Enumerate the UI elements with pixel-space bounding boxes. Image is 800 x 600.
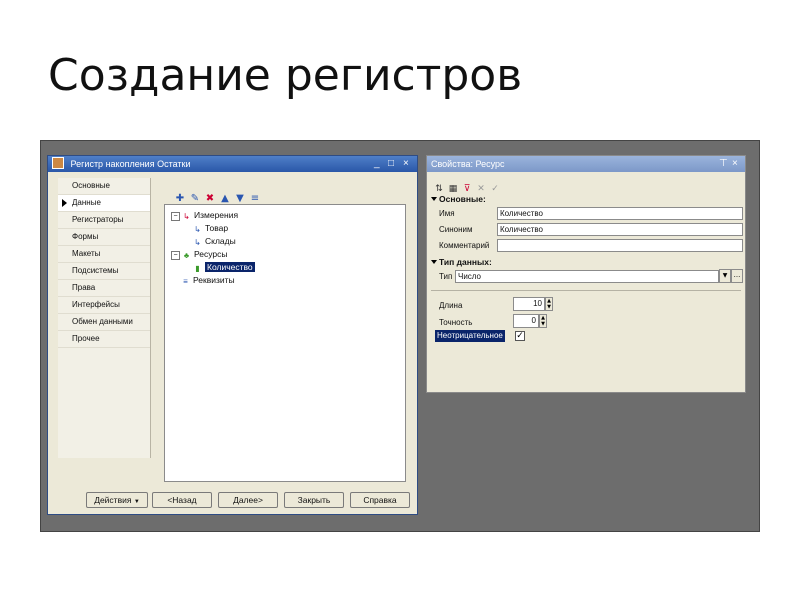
nonnegative-label: Неотрицательное — [435, 330, 505, 342]
tree-node-quantity[interactable]: ▮ Количество — [193, 261, 255, 273]
minimize-button[interactable]: _ — [374, 156, 380, 172]
nav-item-other[interactable]: Прочее — [58, 331, 150, 348]
properties-window-titlebar[interactable]: Свойства: Ресурс ⊤ × — [427, 156, 745, 172]
nav-item-interfaces[interactable]: Интерфейсы — [58, 297, 150, 314]
section-main[interactable]: Основные: — [431, 194, 486, 204]
next-button[interactable]: Далее> — [218, 492, 278, 508]
selected-node-label: Количество — [205, 262, 255, 272]
screenshot-area: Регистр накопления Остатки _ □ × Основны… — [40, 140, 760, 532]
nav-item-rights[interactable]: Права — [58, 280, 150, 297]
measurements-icon: ↳ — [183, 212, 190, 221]
dropdown-arrow-icon: ▼ — [133, 499, 140, 505]
nav-item-main[interactable]: Основные — [58, 178, 150, 195]
collapse-icon[interactable]: − — [171, 212, 180, 221]
resource-icon: ▮ — [195, 264, 200, 273]
requisites-icon: ≡ — [183, 277, 188, 286]
properties-toolbar: ⇅ ▦ ⊽ ✕ ✓ — [433, 176, 503, 194]
expand-triangle-icon — [431, 197, 437, 201]
nav-item-layouts[interactable]: Макеты — [58, 246, 150, 263]
nonnegative-checkbox[interactable]: ✓ — [515, 331, 525, 341]
type-field[interactable]: Число — [455, 270, 719, 283]
tree-toolbar: ✚ ✎ ✖ ▲ ▼ ≡ — [174, 186, 294, 204]
divider — [431, 290, 741, 291]
collapse-icon[interactable]: − — [171, 251, 180, 260]
close-properties-button[interactable]: × — [732, 156, 738, 172]
register-window-titlebar[interactable]: Регистр накопления Остатки _ □ × — [48, 156, 417, 172]
synonym-label: Синоним — [439, 225, 473, 234]
name-field[interactable]: Количество — [497, 207, 743, 220]
name-label: Имя — [439, 209, 455, 218]
tree-node-requisites[interactable]: ≡ Реквизиты — [181, 274, 235, 286]
close-button[interactable]: Закрыть — [284, 492, 344, 508]
close-window-button[interactable]: × — [403, 156, 409, 172]
type-dropdown-icon[interactable]: ▼ — [719, 269, 731, 283]
nav-item-recorders[interactable]: Регистраторы — [58, 212, 150, 229]
back-button[interactable]: <Назад — [152, 492, 212, 508]
precision-label: Точность — [439, 318, 473, 327]
actions-button[interactable]: Действия ▼ — [86, 492, 148, 508]
properties-window: Свойства: Ресурс ⊤ × ⇅ ▦ ⊽ ✕ ✓ Основные: Имя… — [426, 155, 746, 393]
register-window: Регистр накопления Остатки _ □ × Основны… — [47, 155, 418, 515]
nav-item-data-exchange[interactable]: Обмен данными — [58, 314, 150, 331]
nav-item-forms[interactable]: Формы — [58, 229, 150, 246]
tree-node-warehouses[interactable]: ↳ Склады — [193, 235, 236, 247]
tree-node-goods[interactable]: ↳ Товар — [193, 222, 228, 234]
comment-field[interactable] — [497, 239, 743, 252]
dimension-icon: ↳ — [194, 238, 201, 247]
type-label: Тип — [439, 272, 453, 281]
current-item-arrow-icon — [62, 199, 67, 207]
length-field[interactable]: 10 — [513, 297, 545, 311]
synonym-field[interactable]: Количество — [497, 223, 743, 236]
expand-triangle-icon — [431, 260, 437, 264]
pin-icon[interactable]: ⊤ — [719, 156, 728, 172]
type-select-button[interactable]: ... — [731, 269, 743, 283]
maximize-button[interactable]: □ — [388, 156, 394, 172]
sidebar-nav: Основные Данные Регистраторы Формы Макет… — [58, 178, 151, 458]
tree-node-measurements[interactable]: − ↳ Измерения — [171, 209, 238, 221]
register-icon — [52, 157, 64, 169]
dimension-icon: ↳ — [194, 225, 201, 234]
length-stepper-icon[interactable]: ▲ ▼ — [545, 297, 553, 311]
section-data-type[interactable]: Тип данных: — [431, 257, 492, 267]
apply-icon[interactable]: ✓ — [489, 183, 501, 195]
tree-node-resources[interactable]: − ♣ Ресурсы — [171, 248, 228, 260]
precision-stepper-icon[interactable]: ▲ ▼ — [539, 314, 547, 328]
precision-field[interactable]: 0 — [513, 314, 539, 328]
length-label: Длина — [439, 301, 463, 310]
comment-label: Комментарий — [439, 241, 490, 250]
slide-title: Создание регистров — [48, 50, 523, 101]
structure-tree: − ↳ Измерения ↳ Товар ↳ Склады − ♣ Ресурсы ▮ Ко… — [164, 204, 406, 482]
resources-icon: ♣ — [183, 251, 190, 260]
nav-item-data[interactable]: Данные — [58, 195, 150, 212]
nav-item-subsystems[interactable]: Подсистемы — [58, 263, 150, 280]
help-button[interactable]: Справка — [350, 492, 410, 508]
properties-window-title: Свойства: Ресурс — [431, 159, 505, 169]
register-window-title: Регистр накопления Остатки — [70, 159, 191, 169]
